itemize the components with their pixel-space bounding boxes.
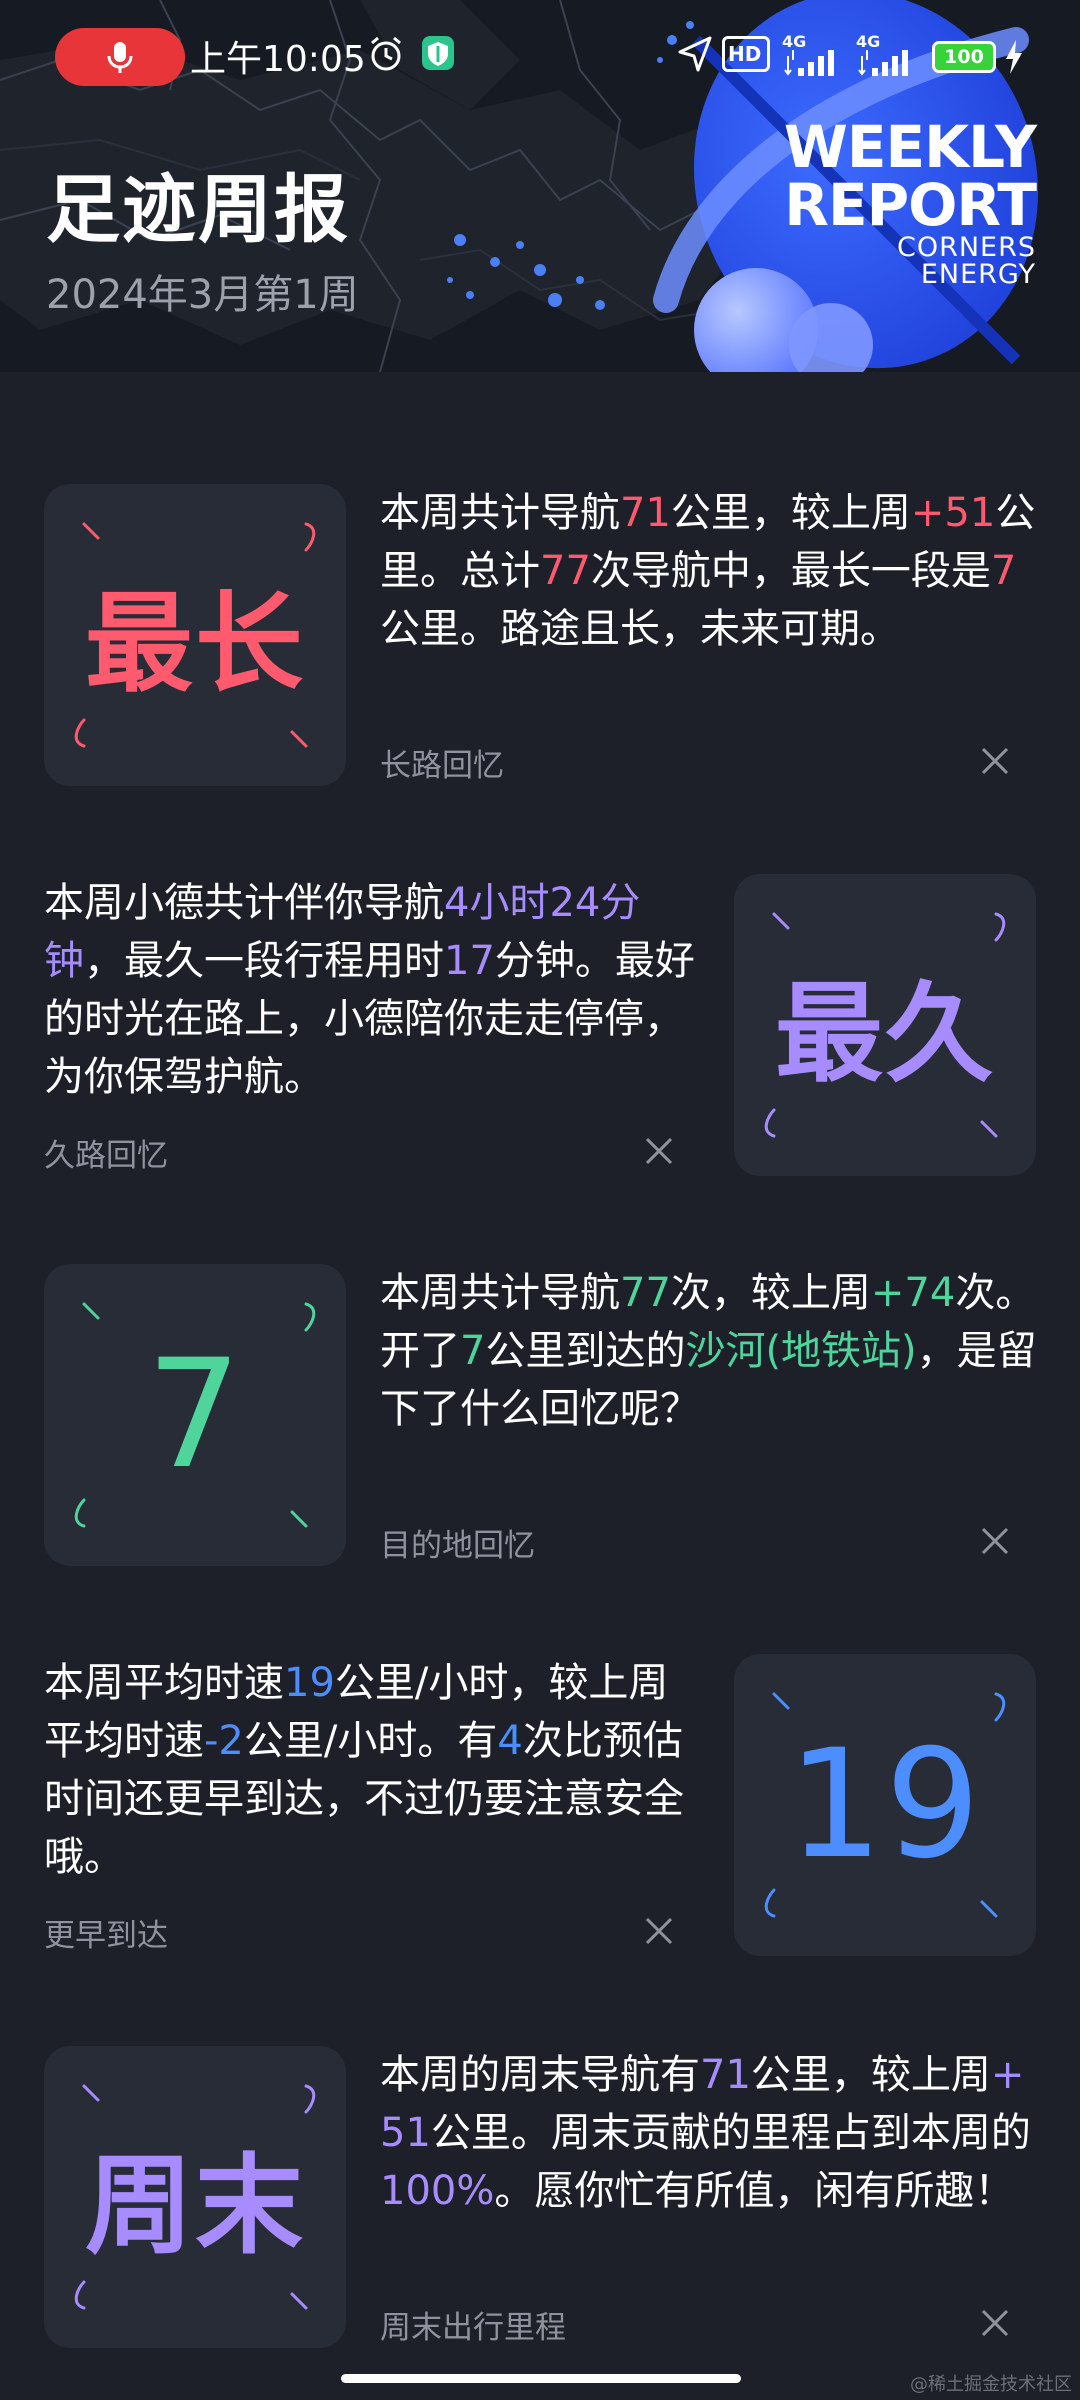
desc-text: ，最久一段行程用时 (84, 938, 444, 984)
card-speed-description: 本周平均时速19公里/小时，较上周平均时速-2公里/小时。有4次比预估时间还更早… (44, 1654, 704, 1886)
tile-weekend[interactable]: 周末 (44, 2046, 346, 2348)
hd-indicator: HD (722, 36, 770, 72)
charging-icon (1006, 40, 1022, 74)
desc-weekend-distance: 71 (700, 2052, 751, 2098)
desc-distance: 7 (460, 1328, 486, 1374)
clock: 上午10:05 (190, 39, 366, 80)
recording-indicator[interactable] (55, 28, 185, 86)
desc-nav-count: 77 (540, 548, 591, 594)
card-weekend: 周末 本周的周末导航有71公里，较上周+51公里。周末贡献的里程占到本周的100… (0, 2046, 1080, 2356)
card-weekend-description: 本周的周末导航有71公里，较上周+51公里。周末贡献的里程占到本周的100%。愿… (380, 2046, 1040, 2220)
tile-speed-text: 19 (787, 1718, 983, 1892)
desc-text: 公里。周末贡献的里程占到本周的 (430, 2110, 1031, 2156)
card-label: 周末出行里程 (380, 2310, 566, 2346)
location-arrow-icon (678, 36, 712, 72)
badge-energy: ENERGY (920, 259, 1036, 290)
desc-count-change: +74 (870, 1270, 956, 1316)
desc-text: 公里。路途且长，未来可期。 (380, 606, 900, 652)
report-week: 2024年3月第1周 (46, 272, 359, 318)
close-icon[interactable] (980, 1526, 1010, 1556)
card-duration-description: 本周小德共计伴你导航4小时24分钟，最久一段行程用时17分钟。最好的时光在路上，… (44, 874, 704, 1106)
desc-longest-time: 17 (444, 938, 495, 984)
header: WEEKLY REPORT CORNERS ENERGY 上午10:05 HD … (0, 0, 1080, 372)
close-icon[interactable] (644, 1136, 674, 1166)
alarm-icon (371, 36, 401, 71)
signal-icon (784, 50, 834, 76)
card-destination: 7 本周共计导航77次，较上周+74次。开了7公里到达的沙河(地铁站)，是留下了… (0, 1264, 1080, 1574)
tile-speed[interactable]: 19 (734, 1654, 1036, 1956)
desc-text: 本周小德共计伴你导航 (44, 880, 444, 926)
desc-text: 公里，较上周 (750, 2052, 991, 2098)
desc-distance-change: +51 (910, 490, 996, 536)
desc-distance: 71 (620, 490, 671, 536)
desc-early-count: 4 (497, 1718, 523, 1764)
card-label: 目的地回忆 (380, 1528, 535, 1564)
page-title: 足迹周报 (46, 167, 350, 253)
weekly-footprint-report: WEEKLY REPORT CORNERS ENERGY 上午10:05 HD … (0, 0, 1080, 2400)
desc-text: 本周的周末导航有 (380, 2052, 700, 2098)
tile-duration-text: 最久 (774, 972, 995, 1097)
desc-text: 次，较上周 (670, 1270, 871, 1316)
desc-text: 本周共计导航 (380, 490, 620, 536)
tile-destination-text: 7 (146, 1328, 244, 1502)
desc-text: 公里到达的 (485, 1328, 686, 1374)
home-indicator[interactable] (341, 2374, 741, 2383)
card-label: 久路回忆 (44, 1138, 168, 1174)
desc-text: 公里/小时。有 (243, 1718, 498, 1764)
card-label: 长路回忆 (380, 748, 504, 784)
close-icon[interactable] (980, 746, 1010, 776)
card-longest-duration: 本周小德共计伴你导航4小时24分钟，最久一段行程用时17分钟。最好的时光在路上，… (0, 874, 1080, 1184)
badge-text: WEEKLY REPORT CORNERS ENERGY (746, 113, 1037, 290)
tile-weekend-text: 周末 (84, 2144, 305, 2269)
desc-avg-speed: 19 (284, 1660, 335, 1706)
card-destination-description: 本周共计导航77次，较上周+74次。开了7公里到达的沙河(地铁站)，是留下了什么… (380, 1264, 1040, 1438)
close-icon[interactable] (644, 1916, 674, 1946)
tile-longest[interactable]: 最长 (44, 484, 346, 786)
desc-text: 本周共计导航 (380, 1270, 620, 1316)
card-longest-description: 本周共计导航71公里，较上周+51公里。总计77次导航中，最长一段是7公里。路途… (380, 484, 1040, 658)
desc-text: 次导航中，最长一段是 (590, 548, 991, 594)
card-speed: 本周平均时速19公里/小时，较上周平均时速-2公里/小时。有4次比预估时间还更早… (0, 1654, 1080, 1964)
tile-longest-text: 最长 (84, 582, 305, 707)
battery-indicator: 100 (932, 41, 996, 73)
card-longest: 最长 本周共计导航71公里，较上周+51公里。总计77次导航中，最长一段是7公里… (0, 484, 1080, 794)
watermark: @稀土掘金技术社区 (910, 2374, 1072, 2395)
mic-icon (107, 42, 133, 73)
shield-icon (422, 36, 454, 70)
tile-longest-duration[interactable]: 最久 (734, 874, 1036, 1176)
desc-text: 本周平均时速 (44, 1660, 284, 1706)
badge-weekly: WEEKLY (783, 113, 1037, 181)
desc-text: 公里，较上周 (670, 490, 911, 536)
status-bar: 上午10:05 HD 4G 4G 100 (0, 20, 1080, 96)
desc-text: 。愿你忙有所值，闲有所趣！ (494, 2168, 1015, 2214)
hd-label: HD (728, 42, 762, 66)
desc-destination[interactable]: 沙河(地铁站) (685, 1328, 916, 1374)
tile-destination[interactable]: 7 (44, 1264, 346, 1566)
card-label: 更早到达 (44, 1918, 168, 1954)
desc-nav-count: 77 (620, 1270, 671, 1316)
desc-weekend-share: 100% (380, 2168, 495, 2214)
close-icon[interactable] (980, 2308, 1010, 2338)
signal-icon-2 (858, 50, 908, 76)
badge-report: REPORT (784, 171, 1037, 239)
desc-speed-change: -2 (204, 1718, 244, 1764)
desc-longest-distance: 7 (990, 548, 1017, 594)
